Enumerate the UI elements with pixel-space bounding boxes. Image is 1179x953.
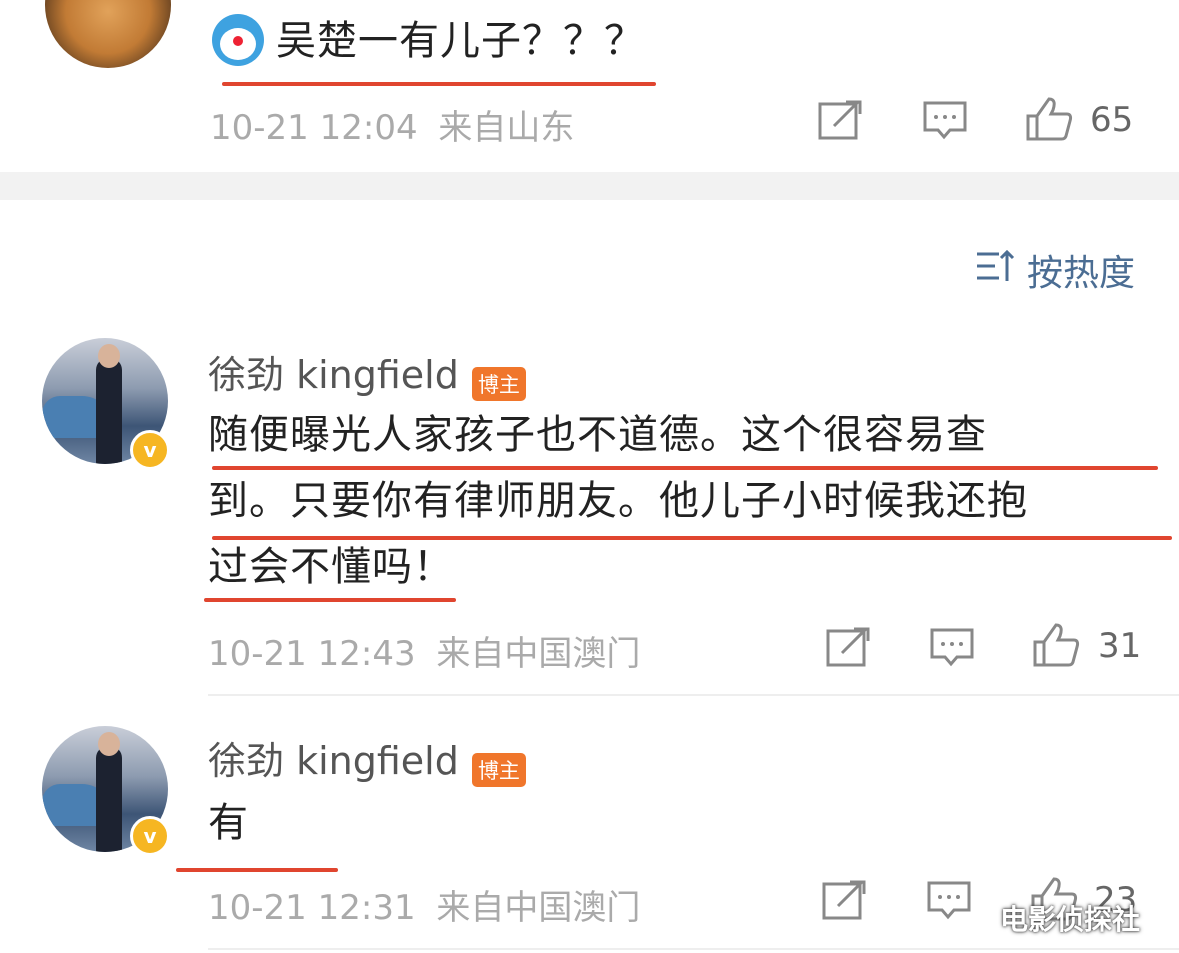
comment-meta: 10-21 12:04 来自山东 xyxy=(210,100,574,149)
verified-icon: v xyxy=(130,816,170,856)
share-icon[interactable] xyxy=(822,880,866,920)
divider xyxy=(208,948,1179,950)
highlight-underline xyxy=(212,466,1158,470)
author-badge: 博主 xyxy=(471,366,526,401)
highlight-underline xyxy=(176,868,338,872)
like-icon[interactable] xyxy=(1025,96,1073,142)
comment-meta: 10-21 12:31 来自中国澳门 xyxy=(208,880,640,929)
like-icon[interactable] xyxy=(1032,622,1080,668)
highlight-underline xyxy=(204,598,456,602)
comment-meta: 10-21 12:43 来自中国澳门 xyxy=(208,626,640,675)
comment-text: 随便曝光人家孩子也不道德。这个很容易查 到。只要你有律师朋友。他儿子小时候我还抱… xyxy=(208,402,1028,600)
author-line: 徐劲 kingfield 博主 xyxy=(208,730,526,787)
comment-line: 有 xyxy=(208,800,249,846)
highlight-underline xyxy=(222,82,656,86)
comment-time: 10-21 12:43 xyxy=(208,634,416,674)
comment-icon[interactable] xyxy=(922,100,968,140)
author-badge: 博主 xyxy=(471,752,526,787)
comment-line: 过会不懂吗！ xyxy=(208,544,454,590)
sort-icon[interactable] xyxy=(975,248,1015,284)
highlight-underline xyxy=(212,536,1172,540)
comment-time: 10-21 12:31 xyxy=(208,888,416,928)
author-line: 徐劲 kingfield 博主 xyxy=(208,344,526,401)
comment-line: 随便曝光人家孩子也不道德。这个很容易查 xyxy=(208,412,987,458)
comment-location: 来自中国澳门 xyxy=(436,888,641,928)
comment-time: 10-21 12:04 xyxy=(210,108,418,148)
comment-line: 到。只要你有律师朋友。他儿子小时候我还抱 xyxy=(208,478,1028,524)
author-name[interactable]: 徐劲 kingfield xyxy=(208,353,459,397)
comment-icon[interactable] xyxy=(929,627,975,667)
share-icon[interactable] xyxy=(818,100,862,140)
comment-icon[interactable] xyxy=(926,880,972,920)
divider xyxy=(208,694,1179,696)
comment-text: 吴楚一有儿子？？？ xyxy=(276,18,645,64)
section-divider xyxy=(0,172,1179,200)
like-count: 31 xyxy=(1098,626,1142,666)
author-name[interactable]: 徐劲 kingfield xyxy=(208,739,459,783)
comment-location: 来自山东 xyxy=(438,108,575,148)
like-count: 65 xyxy=(1090,100,1134,140)
sort-by-hot-button[interactable]: 按热度 xyxy=(1027,244,1135,296)
comment-text: 有 xyxy=(208,790,249,856)
share-icon[interactable] xyxy=(826,627,870,667)
verified-icon: v xyxy=(130,430,170,470)
watermark: 电影侦探社 xyxy=(1000,903,1141,936)
comment-location: 来自中国澳门 xyxy=(436,634,641,674)
emoji-icon xyxy=(212,14,264,66)
avatar[interactable] xyxy=(45,0,171,68)
